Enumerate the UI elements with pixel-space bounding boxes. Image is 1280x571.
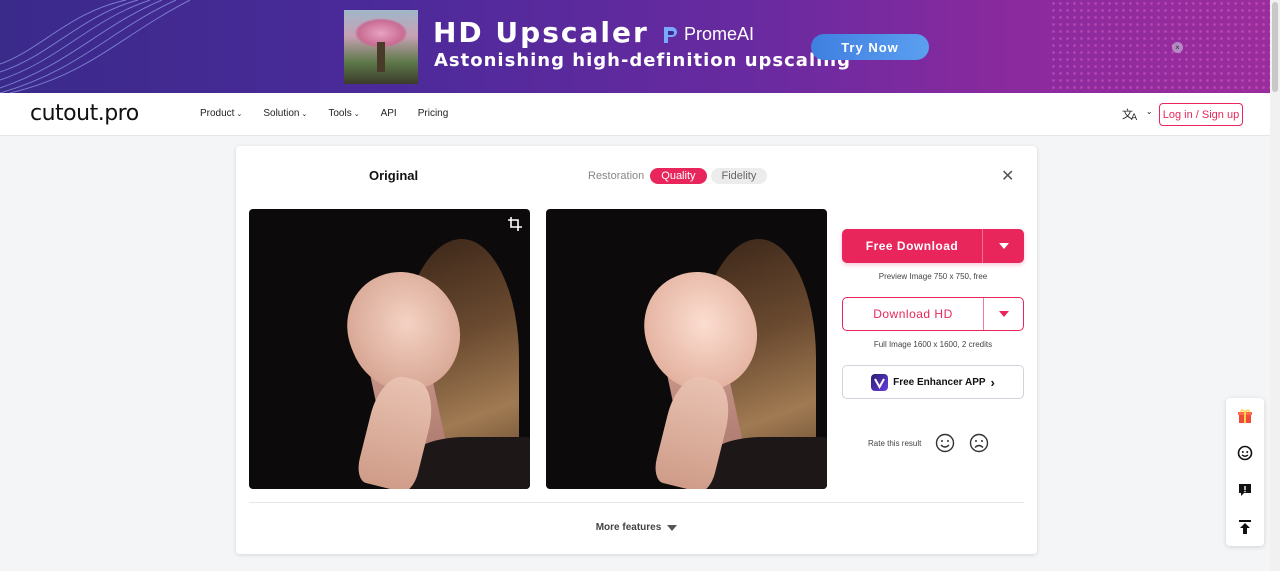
nav-item-label: API bbox=[380, 108, 397, 119]
chevron-down-icon: ⌄ bbox=[301, 111, 308, 118]
nav-item-api[interactable]: API bbox=[381, 108, 397, 119]
floating-side-toolbar bbox=[1226, 398, 1264, 546]
card-divider bbox=[249, 502, 1024, 503]
page-scrollbar[interactable] bbox=[1270, 0, 1280, 571]
original-label: Original bbox=[369, 168, 419, 183]
free-download-label: Free Download bbox=[865, 239, 959, 253]
back-to-top-icon[interactable] bbox=[1237, 519, 1253, 535]
gift-icon[interactable] bbox=[1237, 408, 1253, 424]
caret-down-icon bbox=[998, 311, 1009, 317]
wave-decoration-icon bbox=[0, 0, 191, 93]
original-image bbox=[249, 209, 530, 489]
feedback-icon[interactable] bbox=[1237, 482, 1253, 498]
result-card: Original Restoration Quality Fidelity ✕ … bbox=[236, 146, 1037, 554]
banner-brand-name: PromeAI bbox=[684, 24, 755, 44]
language-selector[interactable]: 文 A ⌄ bbox=[1122, 107, 1153, 124]
restoration-label: Restoration bbox=[588, 170, 645, 182]
banner-title: HD Upscaler bbox=[433, 16, 649, 49]
enhanced-image bbox=[546, 209, 827, 489]
close-icon[interactable]: ✕ bbox=[1001, 166, 1014, 186]
caret-down-icon bbox=[667, 524, 678, 531]
banner-brand: PromeAI bbox=[662, 24, 754, 45]
nav-item-pricing[interactable]: Pricing bbox=[418, 108, 449, 119]
login-signup-button[interactable]: Log in / Sign up bbox=[1159, 103, 1243, 126]
button-divider bbox=[983, 298, 984, 330]
support-face-icon[interactable] bbox=[1237, 445, 1253, 461]
download-hd-label: Download HD bbox=[873, 307, 953, 321]
cutout-pro-logo[interactable]: cutout.pro bbox=[30, 101, 139, 126]
nav-item-label: Tools bbox=[328, 108, 352, 119]
scrollbar-thumb[interactable] bbox=[1272, 2, 1278, 92]
smile-face-icon[interactable] bbox=[935, 433, 955, 453]
nav-item-label: Product bbox=[200, 108, 235, 119]
nav-item-tools[interactable]: Tools ⌄ bbox=[328, 108, 359, 119]
nav-item-label: Pricing bbox=[417, 108, 449, 119]
promeai-logo-icon bbox=[664, 26, 677, 43]
nav-item-solution[interactable]: Solution ⌄ bbox=[263, 108, 307, 119]
chevron-down-icon: ⌄ bbox=[1145, 107, 1153, 116]
banner-subtitle: Astonishing high-definition upscaling bbox=[434, 50, 851, 71]
banner-close-icon[interactable]: × bbox=[1172, 42, 1183, 53]
mode-fidelity-tab[interactable]: Fidelity bbox=[710, 168, 768, 184]
try-now-button[interactable]: Try Now bbox=[811, 34, 929, 60]
free-enhancer-app-button[interactable]: Free Enhancer APP › bbox=[842, 365, 1024, 399]
enhancer-app-logo-icon bbox=[871, 373, 889, 391]
more-features-toggle[interactable]: More features bbox=[236, 522, 1037, 533]
chevron-down-icon: ⌄ bbox=[236, 111, 243, 118]
chevron-down-icon: ⌄ bbox=[353, 111, 360, 118]
more-features-label: More features bbox=[595, 522, 662, 533]
chevron-right-icon: › bbox=[990, 374, 995, 390]
dot-pattern-decoration bbox=[1050, 0, 1270, 93]
free-download-button[interactable]: Free Download bbox=[842, 229, 1024, 263]
download-hd-options-dropdown[interactable] bbox=[984, 311, 1023, 317]
rating-row: Rate this result bbox=[868, 433, 989, 453]
caret-down-icon bbox=[998, 243, 1009, 249]
banner-thumbnail-image bbox=[344, 10, 418, 84]
nav-item-product[interactable]: Product ⌄ bbox=[200, 108, 242, 119]
rate-label: Rate this result bbox=[868, 438, 922, 448]
svg-text:A: A bbox=[1131, 113, 1138, 121]
download-hd-button[interactable]: Download HD bbox=[842, 297, 1024, 331]
nav-menu: Product ⌄ Solution ⌄ Tools ⌄ API Pricing bbox=[200, 108, 448, 119]
full-image-note: Full Image 1600 x 1600, 2 credits bbox=[873, 340, 993, 349]
crop-icon[interactable] bbox=[508, 217, 522, 231]
nav-item-label: Solution bbox=[263, 108, 300, 119]
mode-quality-tab[interactable]: Quality bbox=[650, 168, 707, 184]
free-download-options-dropdown[interactable] bbox=[983, 243, 1024, 249]
enhance-mode-selector: Restoration Quality Fidelity bbox=[588, 168, 768, 184]
preview-image-note: Preview Image 750 x 750, free bbox=[878, 272, 988, 281]
app-button-label: Free Enhancer APP bbox=[893, 376, 986, 388]
translate-icon: 文 A bbox=[1122, 107, 1138, 123]
ad-banner[interactable]: HD Upscaler Astonishing high-definition … bbox=[0, 0, 1270, 93]
frown-face-icon[interactable] bbox=[969, 433, 989, 453]
top-navigation: cutout.pro Product ⌄ Solution ⌄ Tools ⌄ API… bbox=[0, 93, 1270, 136]
